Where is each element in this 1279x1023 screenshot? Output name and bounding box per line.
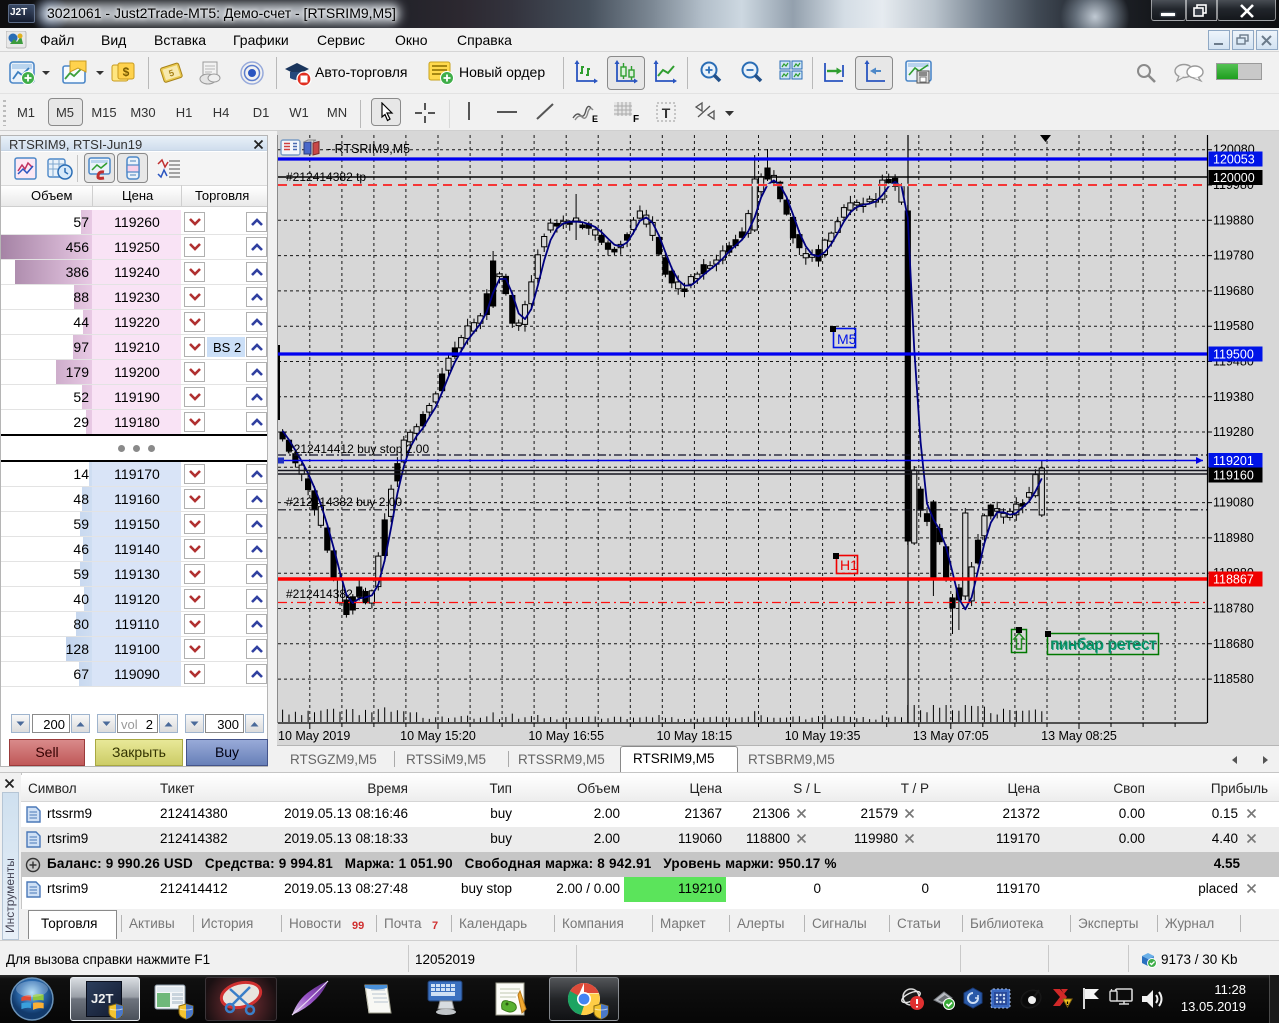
svg-text:#212414382 sl: #212414382 sl xyxy=(286,587,365,601)
svg-text:119500: 119500 xyxy=(1213,348,1254,362)
svg-text:H1: H1 xyxy=(840,557,858,573)
svg-text:#212414412 buy stop 2.00: #212414412 buy stop 2.00 xyxy=(287,442,429,456)
svg-text:пинбар ретест: пинбар ретест xyxy=(1050,636,1157,653)
svg-text:118980: 118980 xyxy=(1213,531,1254,545)
svg-text:10 May 18:15: 10 May 18:15 xyxy=(657,729,733,743)
svg-text:119080: 119080 xyxy=(1213,496,1254,510)
svg-text:118867: 118867 xyxy=(1213,573,1254,587)
svg-text:119280: 119280 xyxy=(1213,425,1254,439)
svg-text:13 May 07:05: 13 May 07:05 xyxy=(913,729,989,743)
svg-text:119380: 119380 xyxy=(1213,390,1254,404)
svg-text:10 May 2019: 10 May 2019 xyxy=(278,729,350,743)
svg-text:#212414382 buy 2.00: #212414382 buy 2.00 xyxy=(286,495,402,509)
svg-text:10 May 15:20: 10 May 15:20 xyxy=(400,729,476,743)
svg-text:119880: 119880 xyxy=(1213,213,1254,227)
svg-text:T: T xyxy=(662,105,671,121)
svg-text:118680: 118680 xyxy=(1213,637,1254,651)
svg-text:$: $ xyxy=(123,65,130,79)
svg-text:119160: 119160 xyxy=(1213,469,1254,483)
svg-text:E: E xyxy=(592,114,598,124)
svg-text:13 May 08:25: 13 May 08:25 xyxy=(1041,729,1117,743)
svg-text:118580: 118580 xyxy=(1213,672,1254,686)
svg-text:M5: M5 xyxy=(837,331,857,347)
svg-text:10 May 16:55: 10 May 16:55 xyxy=(528,729,604,743)
svg-text:F: F xyxy=(633,114,639,124)
svg-text:118780: 118780 xyxy=(1213,602,1254,616)
svg-text:119780: 119780 xyxy=(1213,249,1254,263)
svg-text:- RTSRIM9,M5: - RTSRIM9,M5 xyxy=(327,142,410,156)
svg-text:#212414382 tp: #212414382 tp xyxy=(286,170,366,184)
svg-text:120053: 120053 xyxy=(1213,153,1255,167)
svg-text:10 May 19:35: 10 May 19:35 xyxy=(785,729,861,743)
svg-text:119680: 119680 xyxy=(1213,284,1254,298)
svg-text:119580: 119580 xyxy=(1213,319,1254,333)
svg-text:120000: 120000 xyxy=(1213,171,1255,185)
svg-text:119201: 119201 xyxy=(1213,454,1254,468)
